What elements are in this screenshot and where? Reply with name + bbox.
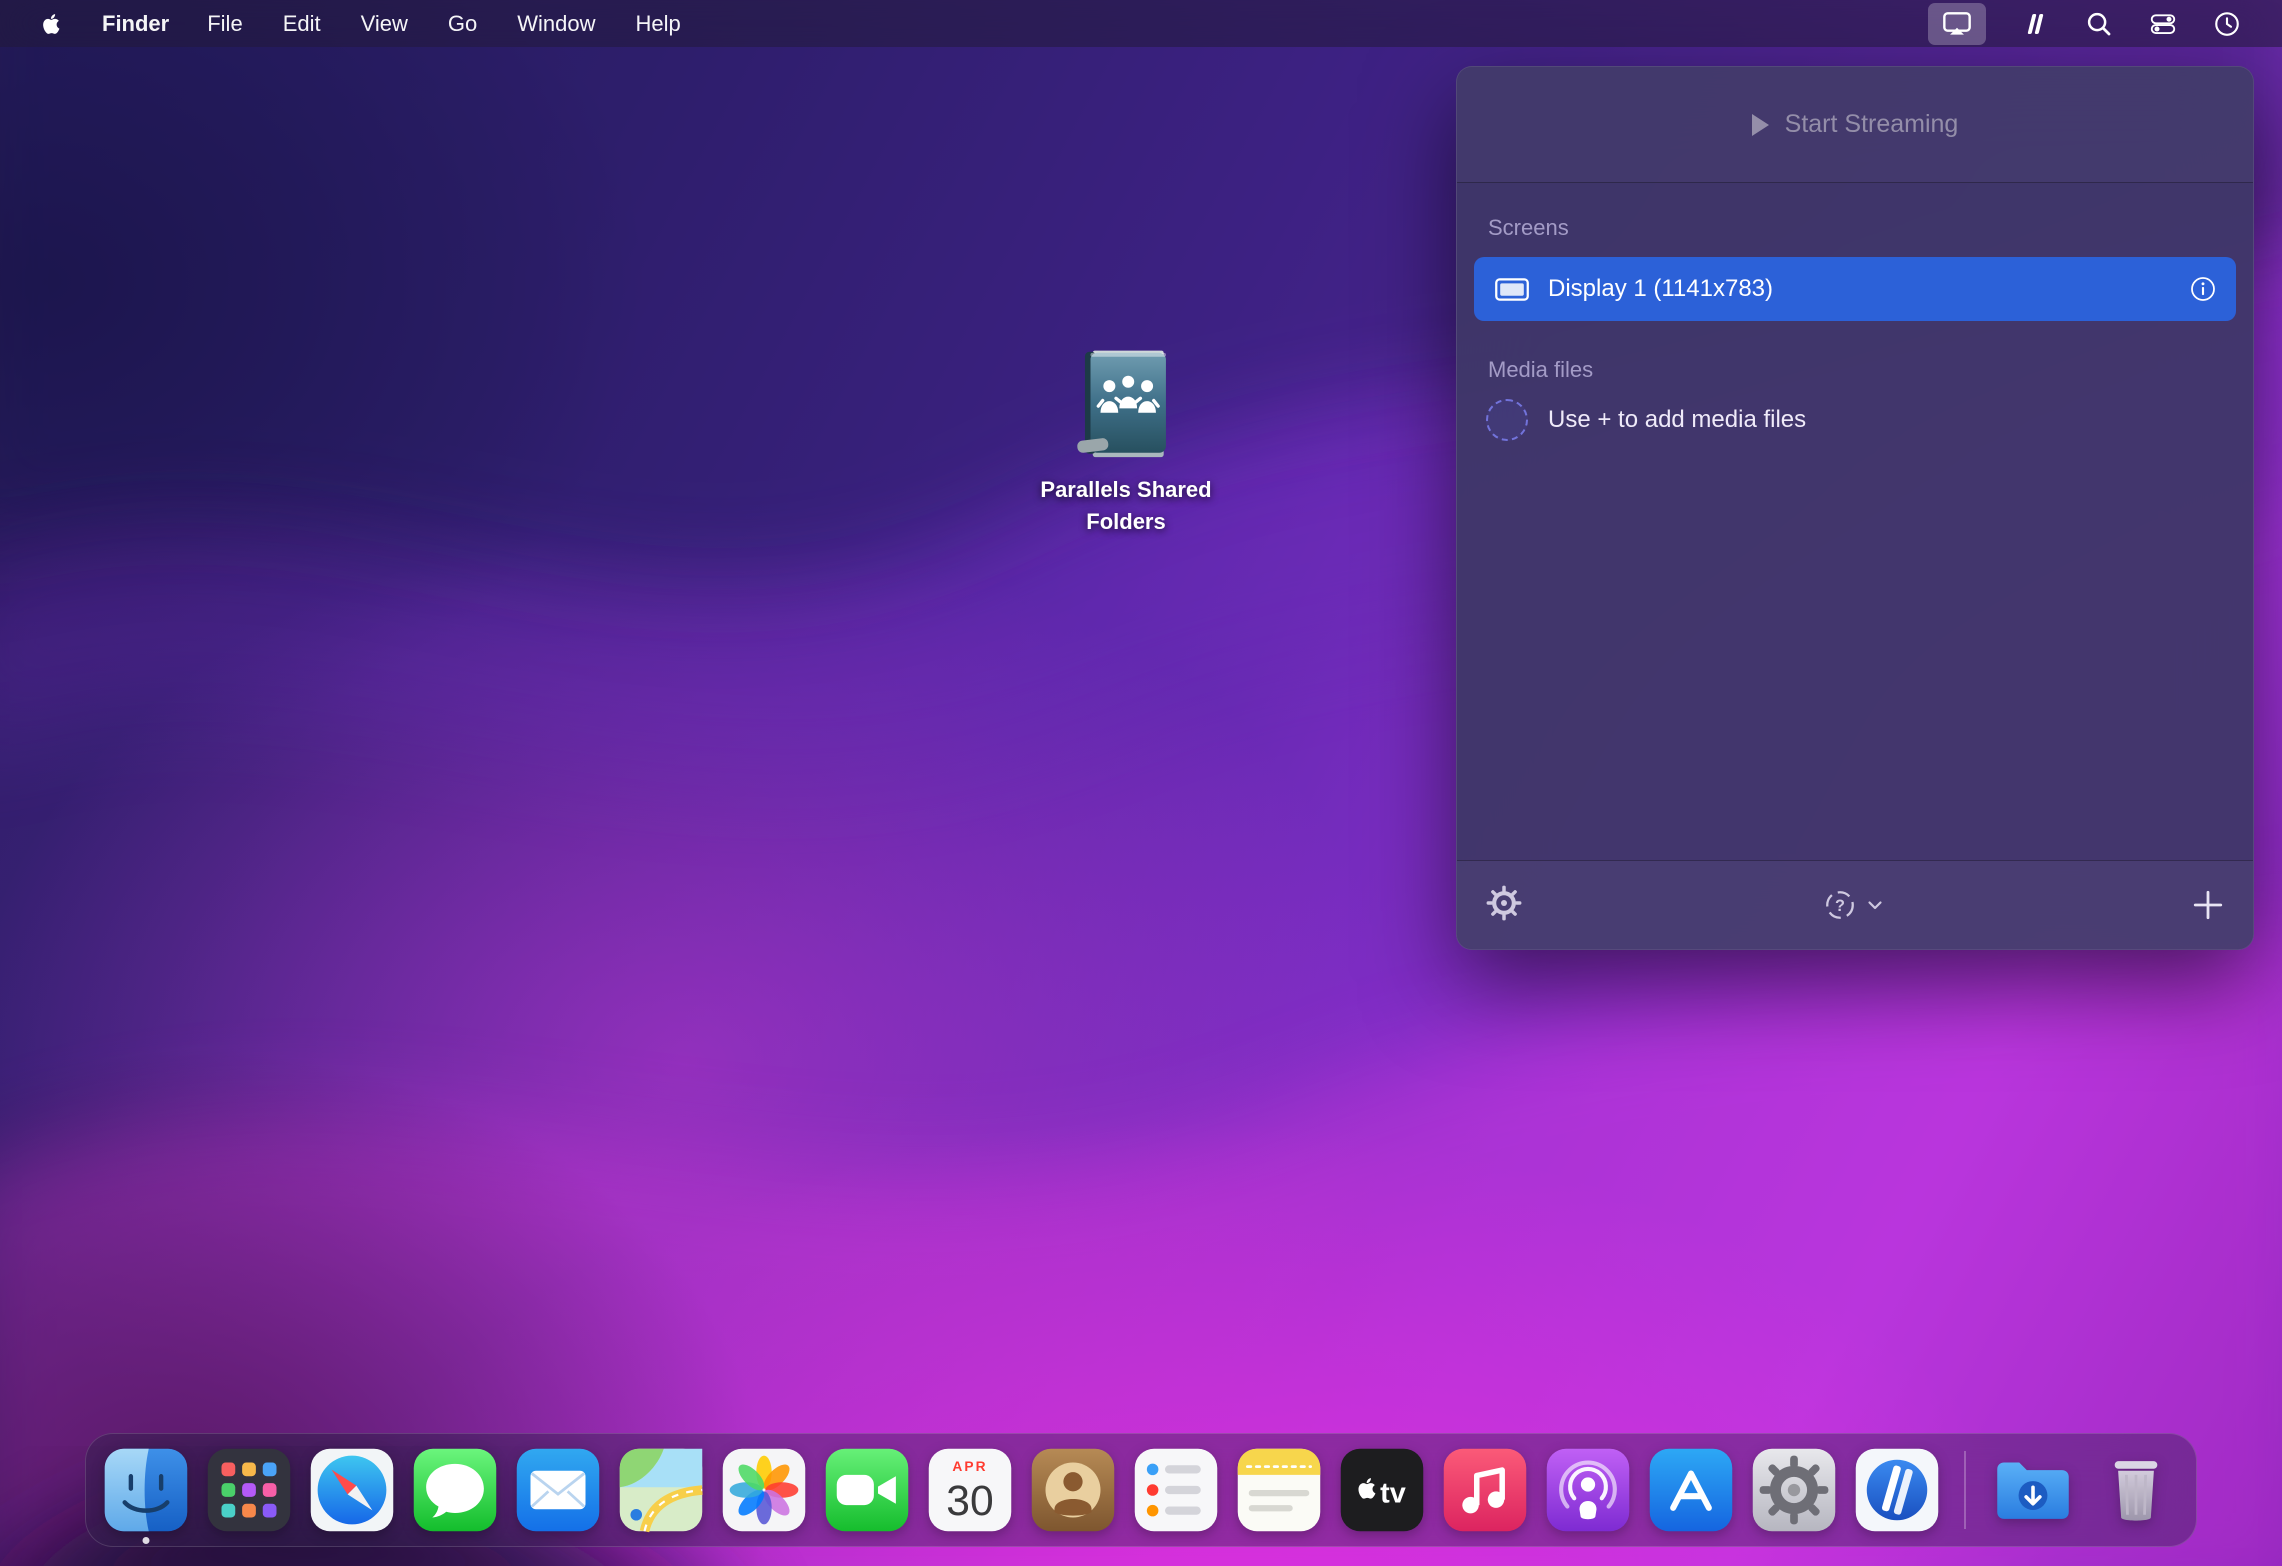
menu-bar: Finder File Edit View Go Window Help bbox=[0, 0, 2282, 47]
display-row[interactable]: Display 1 (1141x783) bbox=[1474, 257, 2236, 321]
media-hint-label: Use + to add media files bbox=[1548, 406, 1806, 434]
chevron-down-icon bbox=[1863, 893, 1887, 917]
media-placeholder-icon bbox=[1486, 399, 1528, 441]
dock-icon-downloads[interactable] bbox=[1989, 1446, 2077, 1534]
dock-icon-parallels-desktop[interactable] bbox=[1853, 1446, 1941, 1534]
dock-icon-maps[interactable] bbox=[617, 1446, 705, 1534]
dock-icon-contacts[interactable] bbox=[1029, 1446, 1117, 1534]
dock-icon-podcasts[interactable] bbox=[1544, 1446, 1632, 1534]
streaming-popover: Start Streaming Screens Display 1 (1141x… bbox=[1456, 66, 2254, 950]
dock-icon-safari[interactable] bbox=[308, 1446, 396, 1534]
screens-section-label: Screens bbox=[1488, 215, 2236, 241]
apple-menu[interactable] bbox=[38, 7, 64, 41]
start-streaming-label: Start Streaming bbox=[1785, 110, 1959, 139]
desktop: Finder File Edit View Go Window Help bbox=[0, 0, 2282, 1566]
parallels-icon[interactable] bbox=[2020, 5, 2050, 43]
add-media-button[interactable] bbox=[2191, 888, 2225, 922]
desktop-icon-parallels-shared-folders[interactable]: Parallels Shared Folders bbox=[1016, 344, 1236, 538]
display-icon bbox=[1494, 276, 1530, 303]
svg-text:tv: tv bbox=[1380, 1477, 1406, 1509]
dock-icon-facetime[interactable] bbox=[823, 1446, 911, 1534]
apple-logo-icon bbox=[38, 11, 64, 37]
desktop-icon-label: Parallels Shared Folders bbox=[1028, 474, 1224, 538]
menu-status-icons bbox=[1928, 0, 2242, 47]
control-center-icon[interactable] bbox=[2148, 5, 2178, 43]
dock-wrap: APR 30 tv bbox=[0, 1433, 2282, 1547]
dock-divider bbox=[1964, 1451, 1966, 1529]
popover-footer: ? bbox=[1457, 860, 2253, 949]
menu-items: File Edit View Go Window Help bbox=[207, 11, 681, 37]
dock-icon-appstore[interactable] bbox=[1647, 1446, 1735, 1534]
dock-icon-trash[interactable] bbox=[2092, 1446, 2180, 1534]
menu-item-view[interactable]: View bbox=[361, 11, 408, 37]
dock: APR 30 tv bbox=[85, 1433, 2197, 1547]
svg-text:30: 30 bbox=[946, 1477, 993, 1525]
dock-icon-music[interactable] bbox=[1441, 1446, 1529, 1534]
dock-icon-messages[interactable] bbox=[411, 1446, 499, 1534]
svg-text:APR: APR bbox=[952, 1459, 987, 1474]
display-row-label: Display 1 (1141x783) bbox=[1548, 275, 1773, 303]
popover-body: Screens Display 1 (1141x783) Media files bbox=[1457, 183, 2253, 860]
help-menu[interactable]: ? bbox=[1823, 888, 1887, 922]
play-icon bbox=[1752, 114, 1769, 136]
menu-item-go[interactable]: Go bbox=[448, 11, 477, 37]
menu-item-help[interactable]: Help bbox=[636, 11, 681, 37]
menu-app-name[interactable]: Finder bbox=[102, 11, 169, 37]
dock-icon-finder[interactable] bbox=[102, 1446, 190, 1534]
media-files-row: Use + to add media files bbox=[1474, 399, 2236, 441]
menu-item-file[interactable]: File bbox=[207, 11, 242, 37]
clock-icon[interactable] bbox=[2212, 5, 2242, 43]
spotlight-search-icon[interactable] bbox=[2084, 5, 2114, 43]
dock-icon-appletv[interactable]: tv bbox=[1338, 1446, 1426, 1534]
dock-icon-photos[interactable] bbox=[720, 1446, 808, 1534]
add-plus-icon bbox=[2191, 888, 2225, 922]
settings-gear-icon[interactable] bbox=[1485, 884, 1523, 927]
dock-icon-mail[interactable] bbox=[514, 1446, 602, 1534]
dock-icon-calendar[interactable]: APR 30 bbox=[926, 1446, 1014, 1534]
menu-item-window[interactable]: Window bbox=[517, 11, 595, 37]
info-icon[interactable] bbox=[2190, 276, 2216, 302]
menu-item-edit[interactable]: Edit bbox=[283, 11, 321, 37]
help-icon: ? bbox=[1823, 888, 1857, 922]
svg-text:?: ? bbox=[1835, 897, 1845, 915]
dock-icon-launchpad[interactable] bbox=[205, 1446, 293, 1534]
dock-icon-system-preferences[interactable] bbox=[1750, 1446, 1838, 1534]
media-section-label: Media files bbox=[1488, 357, 2236, 383]
shared-folders-icon bbox=[1070, 344, 1182, 466]
start-streaming-button[interactable]: Start Streaming bbox=[1457, 67, 2253, 183]
dock-icon-reminders[interactable] bbox=[1132, 1446, 1220, 1534]
screen-mirroring-icon[interactable] bbox=[1928, 3, 1986, 45]
dock-icon-notes[interactable] bbox=[1235, 1446, 1323, 1534]
